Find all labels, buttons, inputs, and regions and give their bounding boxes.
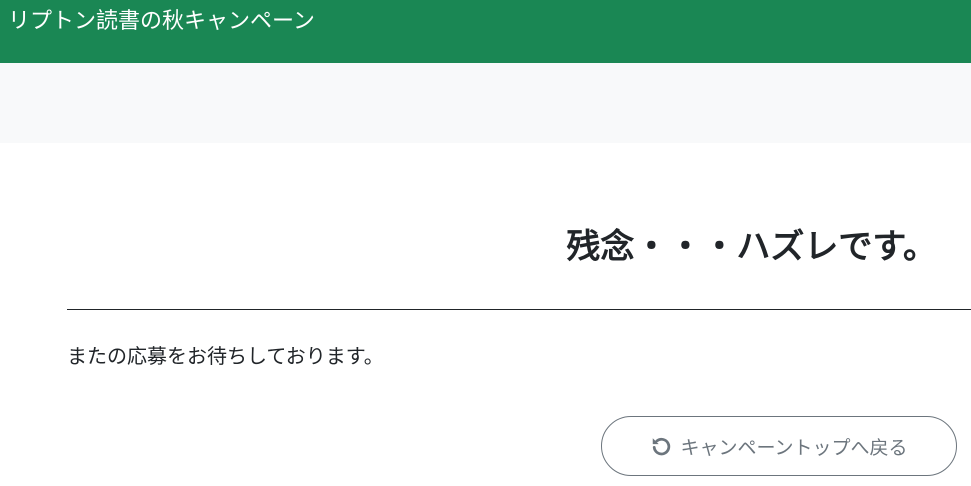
back-button-label: キャンペーントップへ戻る xyxy=(680,436,908,459)
result-content: 残念・・・ハズレです。 またの応募をお待ちしております。 キャンペーントップへ戻… xyxy=(0,143,971,486)
campaign-title[interactable]: リプトン読書の秋キャンペーン xyxy=(8,6,315,38)
top-header-bar: リプトン読書の秋キャンペーン xyxy=(0,0,971,63)
sub-header-band xyxy=(0,63,971,143)
result-heading: 残念・・・ハズレです。 xyxy=(566,227,937,267)
undo-arrow-icon xyxy=(650,435,672,457)
result-message: またの応募をお待ちしております。 xyxy=(67,344,384,368)
divider xyxy=(67,309,971,310)
back-to-campaign-top-button[interactable]: キャンペーントップへ戻る xyxy=(601,416,957,476)
